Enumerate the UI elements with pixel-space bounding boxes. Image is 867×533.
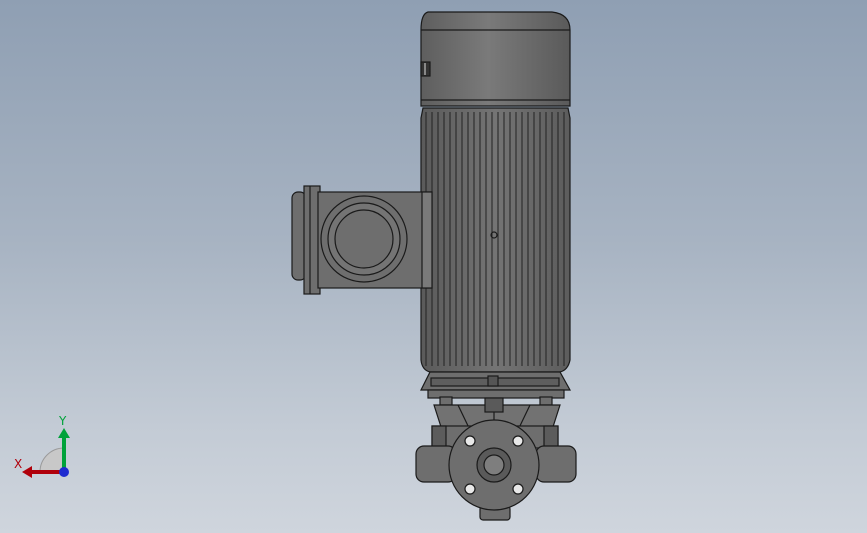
motor-housing — [420, 107, 571, 373]
y-axis-head — [58, 428, 70, 438]
axis-triad: Y X — [14, 414, 70, 478]
y-axis-label: Y — [58, 414, 67, 428]
x-axis-label: X — [14, 457, 22, 471]
outlet-flange — [448, 419, 540, 511]
triad-plane — [39, 447, 65, 473]
terminal-box — [291, 185, 433, 295]
cad-viewport[interactable]: Y X — [0, 0, 867, 533]
pump-model[interactable] — [0, 0, 867, 533]
fan-cover — [420, 11, 571, 107]
x-axis-head — [22, 466, 32, 478]
z-axis-dot — [59, 467, 69, 477]
